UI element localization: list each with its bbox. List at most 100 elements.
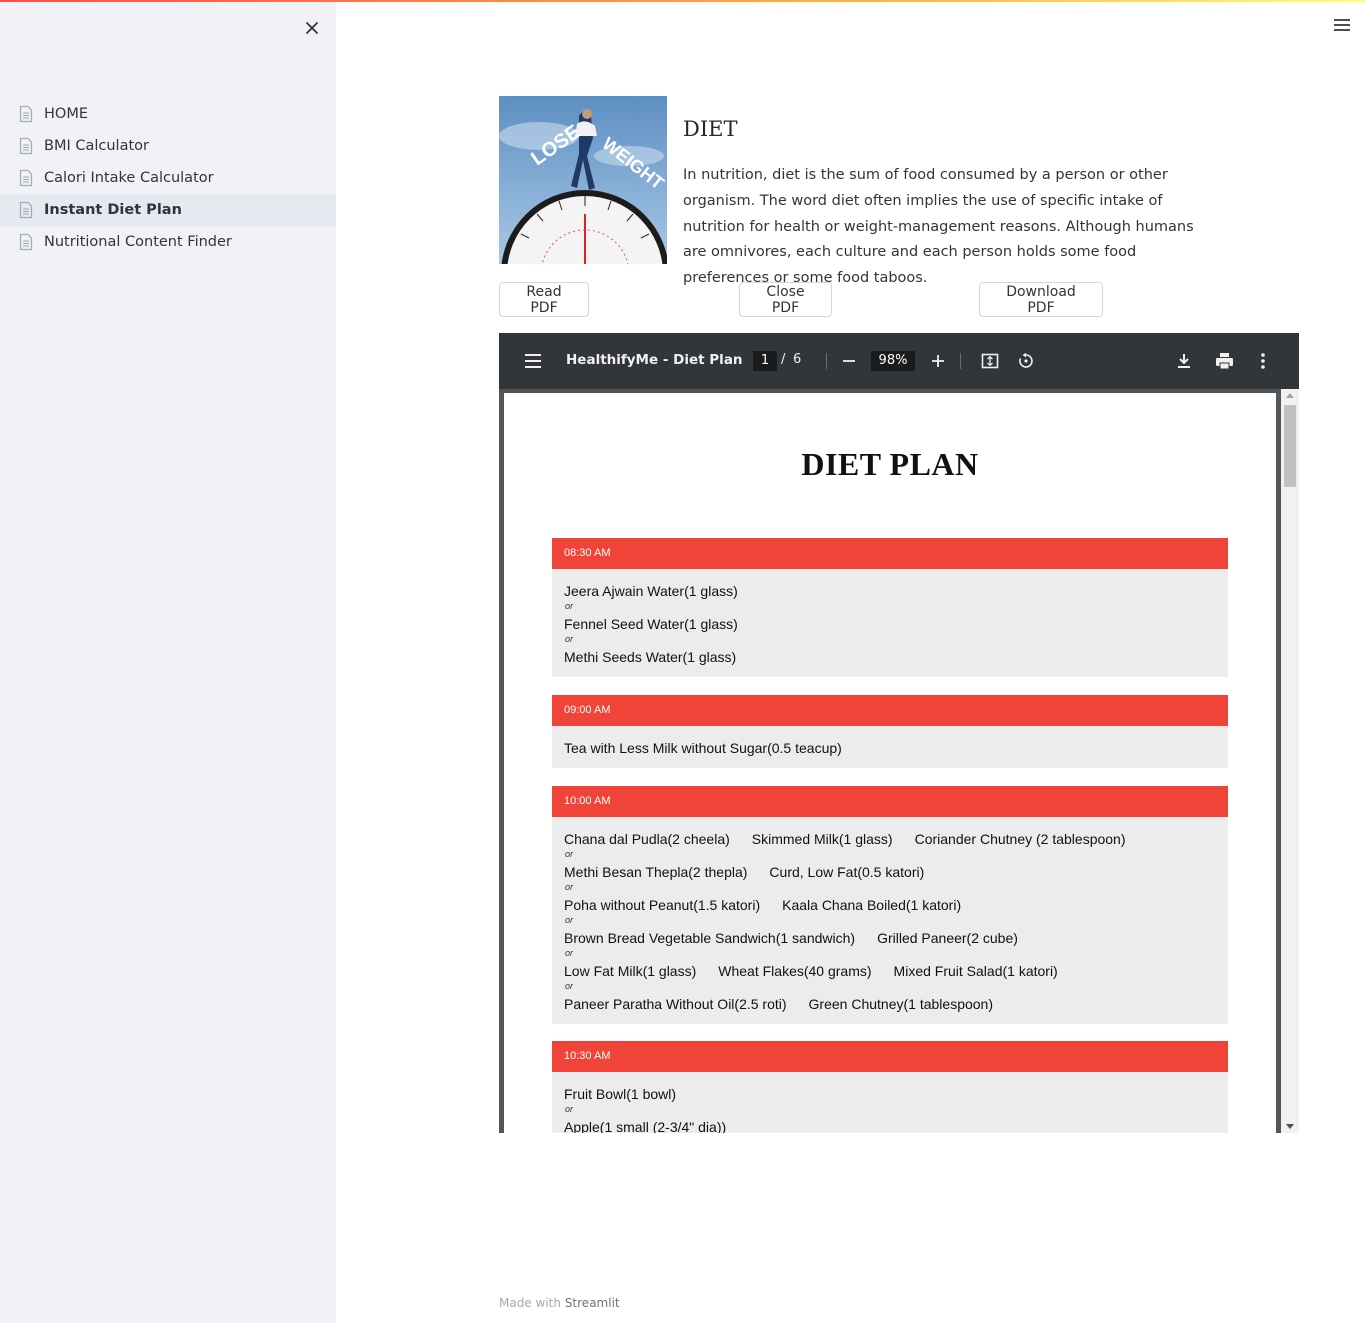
meal-option-line: Poha without Peanut(1.5 katori) Kaala Cha… (564, 895, 1216, 915)
scroll-down-arrow-icon[interactable] (1286, 1124, 1294, 1129)
or-separator: or (565, 915, 574, 925)
food-item: Chana dal Pudla(2 cheela) (564, 831, 730, 847)
pdf-page: DIET PLAN 08:30 AM Jeera Ajwain Water(1 g… (504, 393, 1276, 1133)
food-item: Curd, Low Fat(0.5 katori) (769, 864, 925, 880)
food-item: Jeera Ajwain Water(1 glass) (564, 583, 738, 599)
page-separator: / (781, 352, 786, 367)
sidebar-item-instant-diet-plan[interactable]: Instant Diet Plan (0, 194, 336, 226)
food-item: Paneer Paratha Without Oil(2.5 roti) (564, 996, 787, 1012)
pdf-title: HealthifyMe - Diet Plan (566, 352, 743, 368)
zoom-level-input[interactable]: 98% (871, 351, 915, 371)
document-icon (18, 233, 34, 251)
meal-option-line: Jeera Ajwain Water(1 glass) (564, 581, 1216, 601)
food-item: Methi Seeds Water(1 glass) (564, 649, 737, 665)
food-item: Fruit Bowl(1 bowl) (564, 1086, 677, 1102)
meal-option-line: Low Fat Milk(1 glass) Wheat Flakes(40 gra… (564, 961, 1216, 981)
lose-weight-image: LOSE WEIGHT (499, 96, 667, 264)
meal-time-header: 08:30 AM (552, 538, 1228, 569)
more-options-icon[interactable] (1259, 352, 1267, 374)
meal-options: Chana dal Pudla(2 cheela) Skimmed Milk(1 … (552, 817, 1228, 1024)
pdf-toolbar: HealthifyMe - Diet Plan 1 / 6 98% (499, 333, 1299, 389)
sidebar-item-home[interactable]: HOME (0, 98, 336, 130)
document-icon (18, 201, 34, 219)
sidebar-item-label: Nutritional Content Finder (44, 234, 232, 250)
scroll-up-arrow-icon[interactable] (1286, 393, 1294, 398)
diet-plan-heading: DIET PLAN (801, 446, 979, 482)
or-separator: or (565, 981, 574, 991)
download-pdf-button[interactable]: Download PDF (979, 282, 1103, 317)
food-item: Skimmed Milk(1 glass) (751, 831, 893, 847)
print-icon[interactable] (1215, 352, 1234, 374)
pdf-scroll-area[interactable]: DIET PLAN 08:30 AM Jeera Ajwain Water(1 g… (499, 389, 1299, 1133)
sidebar-item-bmi-calculator[interactable]: BMI Calculator (0, 130, 336, 162)
food-item: Kaala Chana Boiled(1 katori) (782, 897, 962, 913)
meal-option-line: Fennel Seed Water(1 glass) (564, 614, 1216, 634)
sidebar-item-label: Calori Intake Calculator (44, 170, 214, 186)
meal-slot: 10:00 AM Chana dal Pudla(2 cheela) Skimmed… (552, 786, 1228, 1024)
document-icon (18, 169, 34, 187)
or-separator: or (565, 849, 574, 859)
meal-time-header: 09:00 AM (552, 695, 1228, 726)
or-separator: or (565, 634, 574, 644)
document-icon (18, 105, 34, 123)
sidebar-item-calori-intake-calculator[interactable]: Calori Intake Calculator (0, 162, 336, 194)
pdf-viewer: HealthifyMe - Diet Plan 1 / 6 98% DIET P… (499, 333, 1299, 1133)
hamburger-menu-icon[interactable] (1332, 16, 1352, 34)
food-item: Wheat Flakes(40 grams) (718, 963, 872, 979)
meal-options: Fruit Bowl(1 bowl) or Apple(1 small (2-3/4… (552, 1072, 1228, 1133)
page-title: DIET (683, 117, 738, 141)
diet-description: In nutrition, diet is the sum of food co… (683, 167, 1194, 287)
pdf-scrollbar[interactable] (1281, 389, 1299, 1133)
streamlit-link[interactable]: Streamlit (565, 1296, 620, 1310)
sidebar: HOME BMI Calculator Calori Intake Calculat… (0, 2, 336, 1323)
meal-option-line: Chana dal Pudla(2 cheela) Skimmed Milk(1 … (564, 829, 1216, 849)
or-separator: or (565, 882, 574, 892)
close-pdf-button[interactable]: Close PDF (739, 282, 832, 317)
food-item: Green Chutney(1 tablespoon) (808, 996, 993, 1012)
zoom-in-icon[interactable] (930, 353, 946, 373)
document-icon (18, 137, 34, 155)
or-separator: or (565, 1104, 574, 1114)
meal-option-line: Paneer Paratha Without Oil(2.5 roti) Gree… (564, 994, 1216, 1014)
food-item: Tea with Less Milk without Sugar(0.5 tea… (564, 740, 842, 756)
footer: Made with Streamlit (499, 1296, 620, 1310)
food-item: Brown Bread Vegetable Sandwich(1 sandwic… (564, 930, 856, 946)
rotate-icon[interactable] (1017, 352, 1035, 374)
food-item: Apple(1 small (2-3/4" dia)) (564, 1119, 727, 1133)
sidebar-item-label: Instant Diet Plan (44, 202, 182, 218)
food-item: Mixed Fruit Salad(1 katori) (893, 963, 1058, 979)
fit-page-icon[interactable] (981, 352, 999, 374)
food-item: Low Fat Milk(1 glass) (564, 963, 697, 979)
pdf-menu-icon[interactable] (523, 352, 543, 374)
or-separator: or (565, 948, 574, 958)
sidebar-item-nutritional-content-finder[interactable]: Nutritional Content Finder (0, 226, 336, 258)
meal-slot: 08:30 AM Jeera Ajwain Water(1 glass) or Fen… (552, 538, 1228, 677)
meal-time-header: 10:00 AM (552, 786, 1228, 817)
sidebar-item-label: HOME (44, 106, 88, 122)
zoom-out-icon[interactable] (841, 353, 857, 373)
meal-option-line: Fruit Bowl(1 bowl) (564, 1084, 1216, 1104)
scroll-thumb[interactable] (1284, 405, 1296, 487)
page-number-input[interactable]: 1 (753, 351, 777, 371)
meal-slot: 09:00 AM Tea with Less Milk without Sugar… (552, 695, 1228, 768)
food-item: Methi Besan Thepla(2 thepla) (564, 864, 748, 880)
meal-option-line: Apple(1 small (2-3/4" dia)) (564, 1117, 1216, 1133)
meal-options: Tea with Less Milk without Sugar(0.5 tea… (552, 726, 1228, 768)
read-pdf-button[interactable]: Read PDF (499, 282, 589, 317)
food-item: Poha without Peanut(1.5 katori) (564, 897, 761, 913)
meal-option-line: Methi Seeds Water(1 glass) (564, 647, 1216, 667)
meal-option-line: Brown Bread Vegetable Sandwich(1 sandwic… (564, 928, 1216, 948)
or-separator: or (565, 601, 574, 611)
page-total: 6 (793, 352, 802, 367)
close-icon[interactable] (300, 16, 324, 40)
toolbar-divider (826, 353, 827, 369)
toolbar-divider (960, 353, 961, 369)
sidebar-nav: HOME BMI Calculator Calori Intake Calculat… (0, 98, 336, 258)
meal-time-header: 10:30 AM (552, 1041, 1228, 1072)
footer-prefix: Made with (499, 1296, 561, 1310)
food-item: Fennel Seed Water(1 glass) (564, 616, 738, 632)
meal-options: Jeera Ajwain Water(1 glass) or Fennel Seed… (552, 569, 1228, 677)
meal-option-line: Tea with Less Milk without Sugar(0.5 tea… (564, 738, 1216, 758)
meal-slot: 10:30 AM Fruit Bowl(1 bowl) or Apple(1 smal… (552, 1041, 1228, 1133)
download-icon[interactable] (1176, 352, 1192, 374)
